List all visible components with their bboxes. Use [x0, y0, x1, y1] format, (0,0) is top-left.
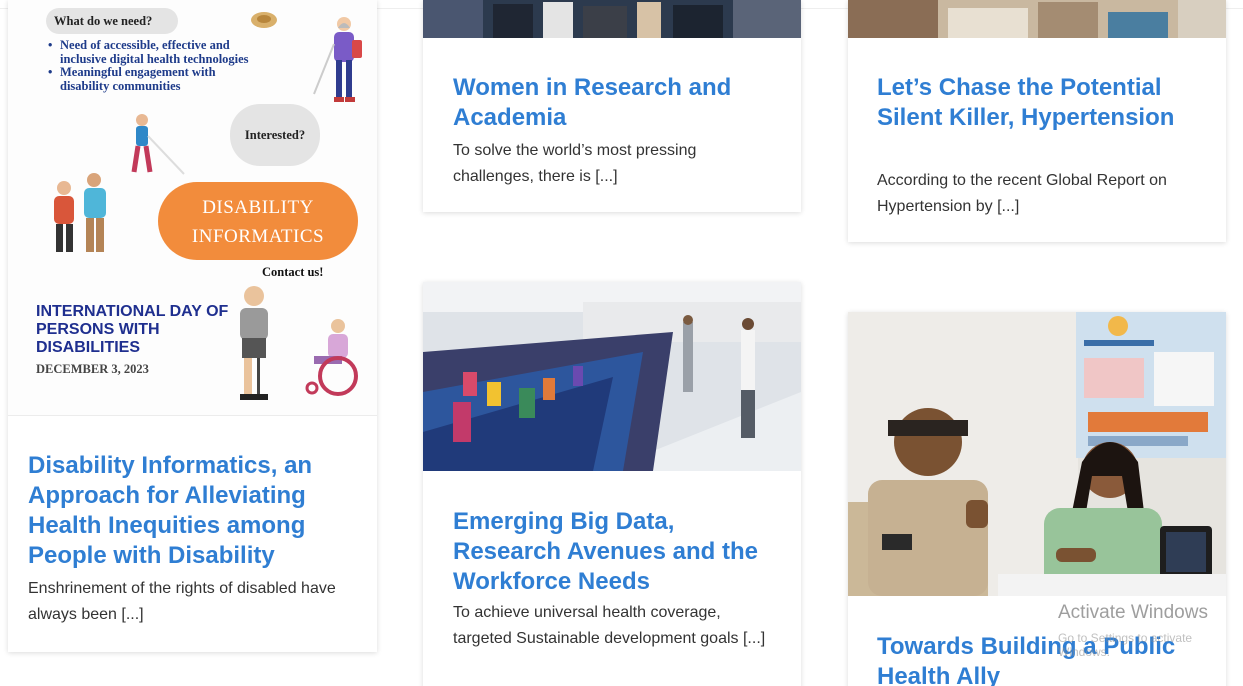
- article-card-public-health-ally[interactable]: Towards Building a Public Health Ally: [848, 312, 1226, 686]
- poster-contact: Contact us!: [262, 265, 324, 279]
- article-card-hypertension[interactable]: Let’s Chase the Potential Silent Killer,…: [848, 0, 1226, 242]
- article-card-women-in-research[interactable]: Women in Research and Academia To solve …: [423, 0, 801, 212]
- poster-need-bubble: What do we need?: [46, 8, 178, 34]
- activate-windows-watermark: Activate Windows: [1058, 602, 1208, 623]
- activate-windows-subtext: Go to Settings to activate Windows.: [1058, 631, 1193, 659]
- poster-pill-line1: DISABILITY: [202, 197, 314, 218]
- poster-need-item: Need of accessible, effective and inclus…: [48, 38, 258, 66]
- article-photo-hypertension[interactable]: [848, 0, 1226, 38]
- article-card-disability-informatics[interactable]: What do we need? Need of accessible, eff…: [8, 0, 377, 652]
- poster-interested-bubble: Interested?: [230, 104, 320, 166]
- article-photo-public-health-ally[interactable]: [848, 312, 1226, 596]
- poster-disability-informatics-pill: DISABILITY INFORMATICS: [158, 182, 358, 260]
- person-with-white-cane-illustration: [131, 114, 185, 175]
- health-check-photo-image: [848, 312, 1226, 596]
- poster-needs-list: Need of accessible, effective and inclus…: [48, 38, 258, 93]
- article-photo-women-in-research[interactable]: [423, 0, 801, 38]
- person-with-cane-illustration: [313, 17, 362, 102]
- article-title[interactable]: Women in Research and Academia: [453, 73, 773, 133]
- article-card-big-data[interactable]: Emerging Big Data, Research Avenues and …: [423, 282, 801, 686]
- article-excerpt: Enshrinement of the rights of disabled h…: [28, 580, 336, 623]
- poster-need-heading: What do we need?: [54, 14, 153, 28]
- poster-interested-text: Interested?: [244, 128, 306, 142]
- article-title[interactable]: Emerging Big Data, Research Avenues and …: [453, 507, 783, 597]
- sun-hat-icon: [251, 12, 277, 28]
- article-photo-big-data[interactable]: [423, 282, 801, 471]
- poster-need-item: Meaningful engagement with disability co…: [48, 65, 258, 93]
- lecture-hall-photo-image: [423, 282, 801, 471]
- article-title[interactable]: Let’s Chase the Potential Silent Killer,…: [877, 73, 1207, 133]
- poster-date: DECEMBER 3, 2023: [36, 362, 149, 376]
- wheelchair-user-illustration: [305, 319, 358, 396]
- article-excerpt: To achieve universal health coverage, ta…: [453, 604, 766, 647]
- screening-photo-image: [848, 0, 1226, 38]
- article-title[interactable]: Disability Informatics, an Approach for …: [28, 451, 368, 571]
- group-photo-image: [423, 0, 801, 38]
- poster-international-day: INTERNATIONAL DAY OF PERSONS WITH DISABI…: [36, 303, 229, 356]
- poster-pill-line2: INFORMATICS: [191, 226, 325, 247]
- elderly-couple-illustration: [54, 173, 106, 252]
- article-excerpt: To solve the world’s most pressing chall…: [453, 142, 697, 185]
- article-excerpt: According to the recent Global Report on…: [877, 172, 1167, 215]
- person-with-prosthetic-leg-illustration: [240, 286, 268, 400]
- article-poster-image[interactable]: What do we need? Need of accessible, eff…: [8, 0, 377, 416]
